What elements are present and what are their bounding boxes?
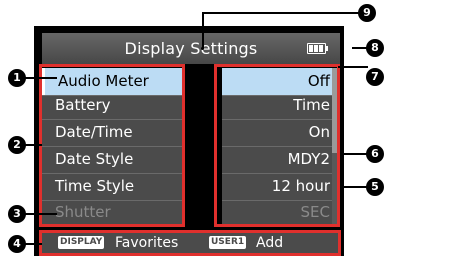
callout-8-badge: 8 (366, 39, 384, 57)
leader-line-4 (25, 243, 42, 245)
leader-line-9 (202, 12, 360, 14)
callout-3-badge: 3 (8, 205, 26, 223)
leader-line-6 (340, 153, 368, 155)
callout-7-badge: 7 (366, 68, 384, 86)
title-bar: Display Settings (42, 33, 340, 64)
value-column-outline (214, 64, 340, 227)
leader-dot-9 (201, 47, 204, 50)
leader-line-2 (25, 144, 42, 146)
leader-line-3 (25, 213, 57, 215)
leader-line-9 (202, 14, 204, 48)
leader-line-5 (340, 186, 368, 188)
label-column-outline (39, 64, 185, 227)
screen-title: Display Settings (124, 39, 258, 58)
callout-2-badge: 2 (8, 136, 26, 154)
callout-6-badge: 6 (366, 145, 384, 163)
callout-5-badge: 5 (366, 178, 384, 196)
callout-1-badge: 1 (8, 69, 26, 87)
callout-4-badge: 4 (8, 235, 26, 253)
footer-outline (39, 230, 341, 256)
leader-line-7 (338, 66, 368, 68)
battery-full-icon (307, 43, 328, 54)
callout-9-badge: 9 (358, 4, 376, 22)
leader-line-1 (25, 77, 57, 79)
